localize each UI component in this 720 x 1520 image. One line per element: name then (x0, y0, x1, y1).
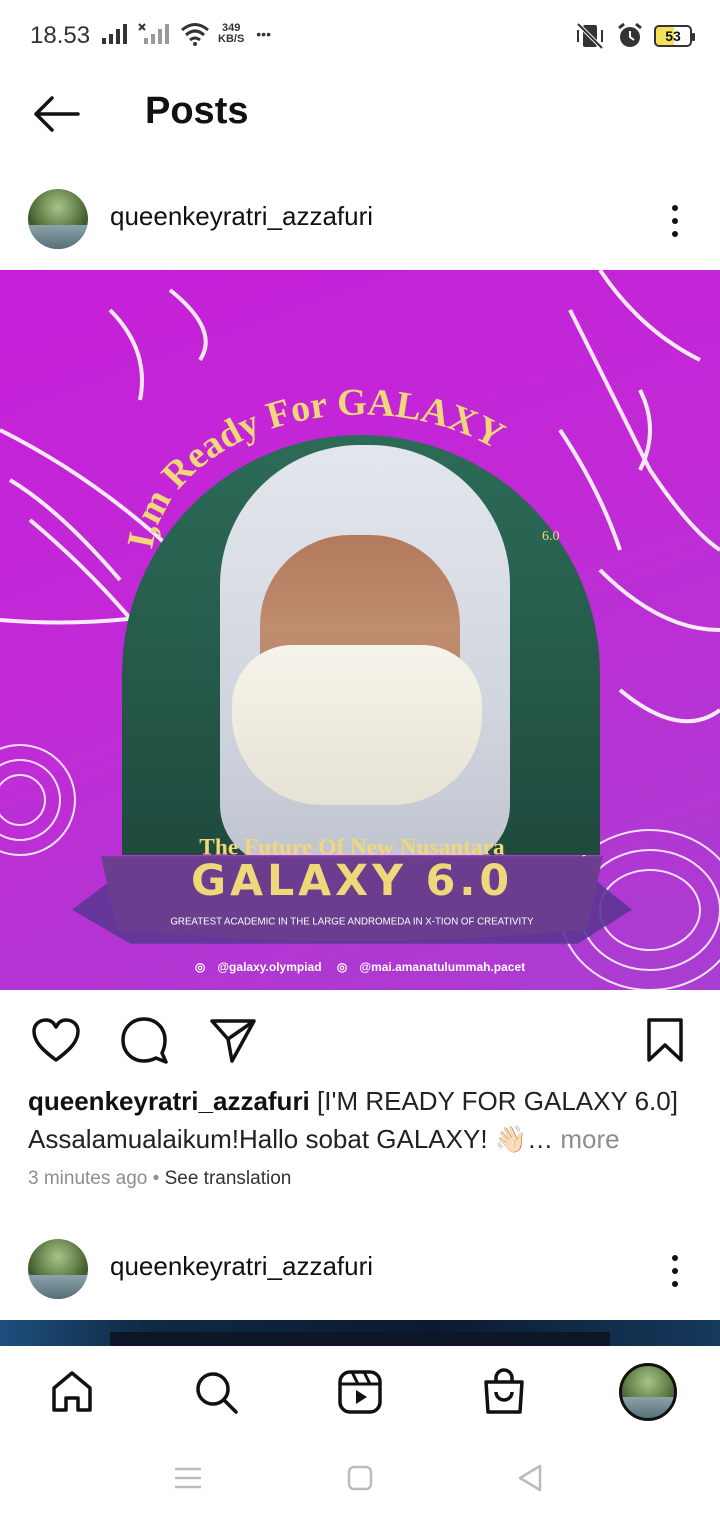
signal-icon (102, 24, 127, 44)
search-icon (196, 1372, 238, 1414)
caption-text-line2: Assalamualaikum!Hallo sobat GALAXY! 👋🏻… (28, 1124, 554, 1154)
svg-text:I,m Ready For GALAXY: I,m Ready For GALAXY (122, 381, 511, 552)
send-icon (210, 1019, 256, 1063)
banner-title: GALAXY 6.0 (191, 856, 513, 906)
bottom-navigation (0, 1346, 720, 1436)
dot-icon (672, 1255, 678, 1261)
banner-subtitle: GREATEST ACADEMIC IN THE LARGE ANDROMEDA… (170, 916, 534, 927)
nav-profile[interactable] (618, 1362, 678, 1422)
avatar[interactable] (28, 1239, 88, 1299)
alarm-icon (618, 22, 642, 47)
dot-icon (672, 218, 678, 224)
comment-icon (121, 1017, 168, 1064)
battery-indicator: 53 (654, 25, 695, 47)
heart-icon (32, 1018, 80, 1062)
page-title: Posts (145, 90, 249, 132)
post-username[interactable]: queenkeyratri_azzafuri (110, 201, 373, 232)
post-header: queenkeyratri_azzafuri (0, 1225, 720, 1315)
share-button[interactable] (205, 1012, 261, 1068)
ring-title: I,m Ready For GALAXY (122, 381, 511, 552)
ring-text: I,m Ready For GALAXY 6.0 (122, 381, 560, 552)
menu-icon (175, 1467, 201, 1489)
more-options-button[interactable] (660, 201, 690, 241)
dot-icon (672, 205, 678, 211)
ring-version: 6.0 (542, 529, 560, 544)
vibrate-off-icon (576, 22, 604, 50)
more-link[interactable]: more (560, 1124, 619, 1154)
shop-icon (484, 1368, 524, 1414)
bookmark-icon (647, 1018, 683, 1062)
recents-button[interactable] (168, 1458, 208, 1498)
instagram-icon: ◎ (194, 960, 206, 974)
status-bar: 18.53 349 KB/S ••• 53 (0, 0, 720, 72)
back-system-button[interactable] (510, 1458, 550, 1498)
post-header: queenkeyratri_azzafuri (0, 175, 720, 265)
status-time: 18.53 (30, 22, 91, 49)
dot-icon (672, 1281, 678, 1287)
see-translation-link[interactable]: See translation (165, 1168, 292, 1189)
comment-button[interactable] (116, 1012, 172, 1068)
network-speed: 349 KB/S (218, 22, 245, 45)
post-actions (0, 1000, 720, 1080)
nav-shop[interactable] (474, 1362, 534, 1422)
square-icon (347, 1465, 373, 1491)
post-image-preview[interactable] (0, 1320, 720, 1346)
post-caption: queenkeyratri_azzafuri [I'M READY FOR GA… (28, 1082, 708, 1158)
caption-username[interactable]: queenkeyratri_azzafuri (28, 1086, 310, 1116)
status-overflow: ••• (256, 26, 271, 42)
timestamp: 3 minutes ago (28, 1168, 148, 1189)
post-username[interactable]: queenkeyratri_azzafuri (110, 1251, 373, 1282)
home-system-button[interactable] (340, 1458, 380, 1498)
avatar[interactable] (28, 189, 88, 249)
dot-icon (672, 231, 678, 237)
app-header: Posts (0, 72, 720, 156)
subject-mask (232, 645, 482, 805)
triangle-back-icon (518, 1464, 542, 1492)
like-button[interactable] (28, 1012, 84, 1068)
more-options-button[interactable] (660, 1251, 690, 1291)
social-handles: ◎ @galaxy.olympiad ◎ @mai.amanatulummah.pa… (194, 960, 526, 974)
meta-separator: • (152, 1168, 160, 1189)
dot-icon (672, 1268, 678, 1274)
post-meta: 3 minutes ago • See translation (28, 1168, 291, 1190)
home-icon (52, 1371, 92, 1412)
save-button[interactable] (637, 1012, 693, 1068)
galaxy-banner: The Future Of New Nusantara GALAXY 6.0 G… (72, 835, 632, 944)
nav-reels[interactable] (330, 1362, 390, 1422)
signal-no-service-icon (138, 23, 169, 44)
nav-search[interactable] (186, 1362, 246, 1422)
reels-icon (338, 1370, 382, 1414)
instagram-icon: ◎ (336, 960, 348, 974)
nav-home[interactable] (42, 1362, 102, 1422)
back-button[interactable] (30, 94, 82, 134)
wifi-icon (181, 23, 209, 46)
caption-text-line1: [I'M READY FOR GALAXY 6.0] (317, 1086, 678, 1116)
system-navigation (0, 1436, 720, 1520)
arrow-left-icon (34, 96, 80, 132)
profile-avatar (619, 1363, 677, 1421)
